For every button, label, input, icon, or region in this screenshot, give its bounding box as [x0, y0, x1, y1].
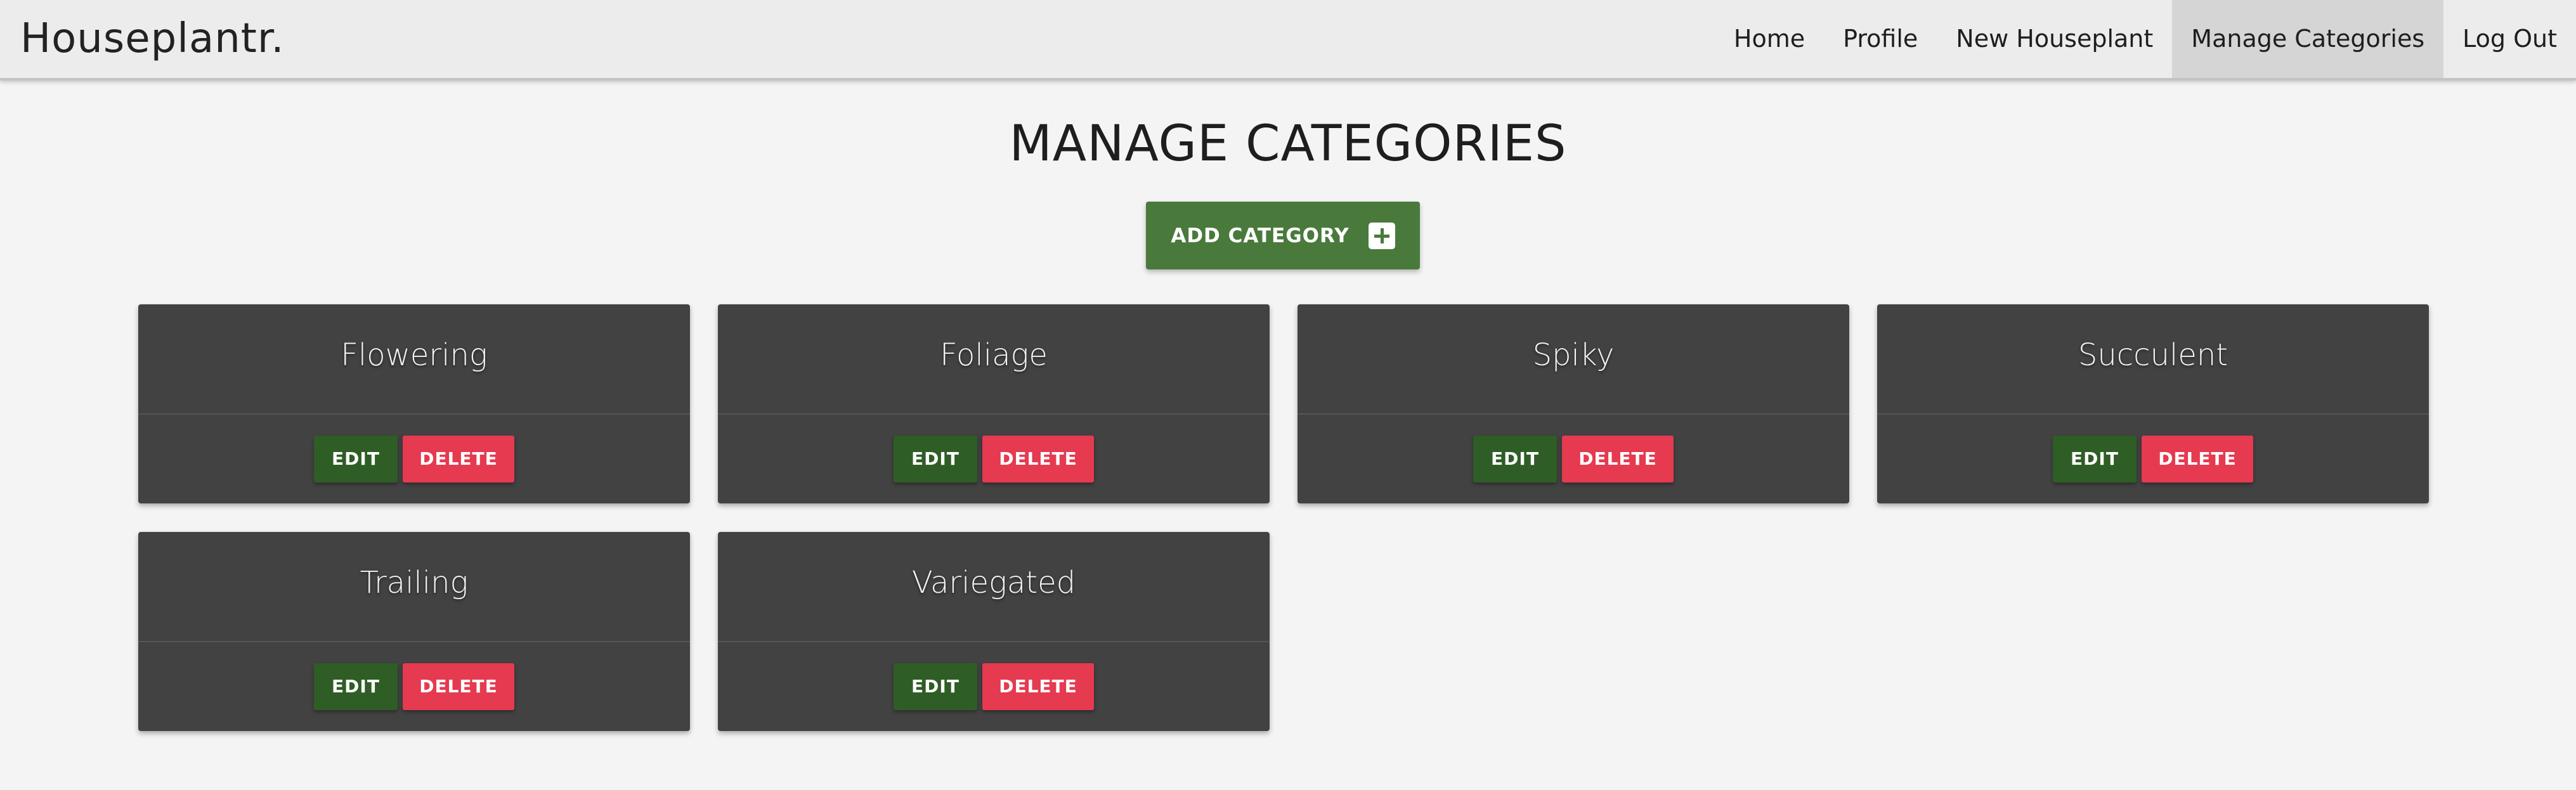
edit-button[interactable]: EDIT	[314, 663, 398, 710]
edit-button[interactable]: EDIT	[2053, 436, 2137, 482]
category-name: Trailing	[360, 565, 469, 600]
brand-logo[interactable]: Houseplantr.	[20, 0, 285, 78]
category-card: Spiky EDIT DELETE	[1298, 304, 1849, 503]
card-actions: EDIT DELETE	[138, 415, 690, 503]
category-card: Foliage EDIT DELETE	[718, 304, 1270, 503]
nav-link-profile[interactable]: Profile	[1824, 0, 1937, 78]
card-actions: EDIT DELETE	[1877, 415, 2429, 503]
category-card: Flowering EDIT DELETE	[138, 304, 690, 503]
category-name: Variegated	[911, 565, 1076, 600]
delete-button[interactable]: DELETE	[403, 663, 514, 710]
nav-link-log-out[interactable]: Log Out	[2443, 0, 2576, 78]
add-category-button[interactable]: ADD CATEGORY	[1146, 202, 1420, 269]
card-actions: EDIT DELETE	[718, 415, 1270, 503]
category-name: Flowering	[341, 337, 488, 373]
edit-button[interactable]: EDIT	[894, 663, 977, 710]
category-name: Foliage	[940, 337, 1048, 373]
category-card: Trailing EDIT DELETE	[138, 532, 690, 731]
edit-button[interactable]: EDIT	[314, 436, 398, 482]
card-actions: EDIT DELETE	[138, 642, 690, 731]
edit-button[interactable]: EDIT	[1473, 436, 1557, 482]
category-card: Variegated EDIT DELETE	[718, 532, 1270, 731]
nav-link-manage-categories[interactable]: Manage Categories	[2172, 0, 2444, 78]
delete-button[interactable]: DELETE	[2142, 436, 2253, 482]
category-card: Succulent EDIT DELETE	[1877, 304, 2429, 503]
card-actions: EDIT DELETE	[1298, 415, 1849, 503]
nav-links: Home Profile New Houseplant Manage Categ…	[1715, 0, 2576, 78]
nav-link-new-houseplant[interactable]: New Houseplant	[1937, 0, 2172, 78]
page-title: MANAGE CATEGORIES	[1009, 115, 1567, 172]
navbar: Houseplantr. Home Profile New Houseplant…	[0, 0, 2576, 81]
card-actions: EDIT DELETE	[718, 642, 1270, 731]
category-name: Spiky	[1532, 337, 1615, 373]
delete-button[interactable]: DELETE	[982, 436, 1094, 482]
add-category-label: ADD CATEGORY	[1171, 224, 1350, 247]
delete-button[interactable]: DELETE	[1562, 436, 1674, 482]
category-name: Succulent	[2078, 337, 2228, 373]
plus-square-icon	[1368, 222, 1395, 249]
nav-link-home[interactable]: Home	[1715, 0, 1824, 78]
delete-button[interactable]: DELETE	[982, 663, 1094, 710]
delete-button[interactable]: DELETE	[403, 436, 514, 482]
edit-button[interactable]: EDIT	[894, 436, 977, 482]
